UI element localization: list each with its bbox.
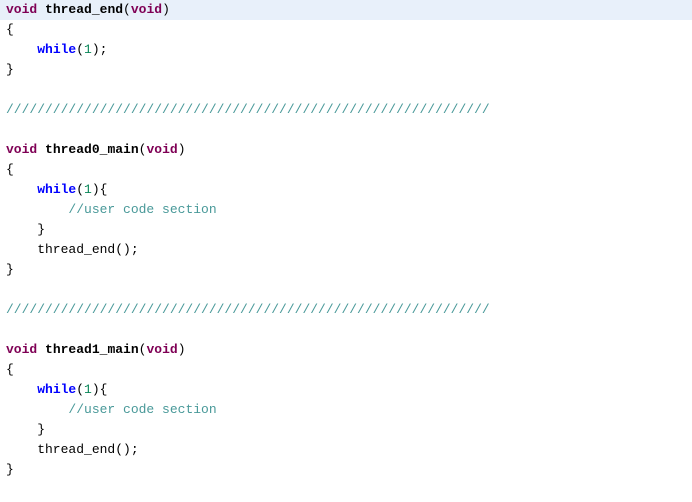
code-token <box>37 342 45 357</box>
code-token: while <box>37 382 76 397</box>
code-token: { <box>100 382 108 397</box>
code-token: void <box>146 142 177 157</box>
code-token: ( <box>123 2 131 17</box>
code-token: ////////////////////////////////////////… <box>6 302 490 317</box>
code-line: while(1){ <box>0 180 692 200</box>
code-line: } <box>0 220 692 240</box>
code-token: ////////////////////////////////////////… <box>6 102 490 117</box>
code-token: ) <box>92 382 100 397</box>
code-line: ////////////////////////////////////////… <box>0 300 692 320</box>
code-token: void <box>6 142 37 157</box>
code-line: { <box>0 160 692 180</box>
code-token <box>6 402 68 417</box>
code-line: ////////////////////////////////////////… <box>0 100 692 120</box>
code-token <box>6 322 14 337</box>
code-token: void <box>6 342 37 357</box>
code-line: thread_end(); <box>0 440 692 460</box>
code-line <box>0 320 692 340</box>
code-token: 1 <box>84 182 92 197</box>
code-line: while(1){ <box>0 380 692 400</box>
code-line: { <box>0 20 692 40</box>
code-token <box>6 382 37 397</box>
code-token: { <box>100 182 108 197</box>
code-line: //user code section <box>0 400 692 420</box>
code-token <box>6 42 37 57</box>
code-line: } <box>0 460 692 480</box>
code-token: } <box>6 462 14 477</box>
code-token: ( <box>76 382 84 397</box>
code-block: void thread_end(void){ while(1);} //////… <box>0 0 692 480</box>
code-token: while <box>37 182 76 197</box>
code-token: void <box>146 342 177 357</box>
code-line: void thread0_main(void) <box>0 140 692 160</box>
code-token <box>6 422 37 437</box>
code-line: } <box>0 420 692 440</box>
code-token: ( <box>76 42 84 57</box>
code-token <box>6 82 14 97</box>
code-line: while(1); <box>0 40 692 60</box>
code-token: } <box>6 262 14 277</box>
code-line: } <box>0 60 692 80</box>
code-token: { <box>6 22 14 37</box>
code-line: void thread1_main(void) <box>0 340 692 360</box>
code-token: ) <box>178 342 186 357</box>
code-token: void <box>6 2 37 17</box>
code-token: ) <box>178 142 186 157</box>
code-token: ) <box>92 182 100 197</box>
code-token <box>37 142 45 157</box>
code-token: ) <box>162 2 170 17</box>
code-line: void thread_end(void) <box>0 0 692 20</box>
code-token: 1 <box>84 382 92 397</box>
code-token: thread_end <box>45 2 123 17</box>
code-token: thread_end(); <box>6 242 139 257</box>
code-line <box>0 280 692 300</box>
code-line: thread_end(); <box>0 240 692 260</box>
code-token: void <box>131 2 162 17</box>
code-token: } <box>37 222 45 237</box>
code-token: while <box>37 42 76 57</box>
code-token <box>6 122 14 137</box>
code-token: //user code section <box>68 202 216 217</box>
code-token: { <box>6 362 14 377</box>
code-line <box>0 80 692 100</box>
code-token: { <box>6 162 14 177</box>
code-token: 1 <box>84 42 92 57</box>
code-token <box>6 202 68 217</box>
code-line: //user code section <box>0 200 692 220</box>
code-token: ; <box>100 42 108 57</box>
code-token: thread0_main <box>45 142 139 157</box>
code-line: } <box>0 260 692 280</box>
code-token: } <box>6 62 14 77</box>
code-token: ( <box>76 182 84 197</box>
code-token: } <box>37 422 45 437</box>
code-line <box>0 120 692 140</box>
code-token <box>6 282 14 297</box>
code-token <box>6 182 37 197</box>
code-token: //user code section <box>68 402 216 417</box>
code-token: thread_end(); <box>6 442 139 457</box>
code-token: thread1_main <box>45 342 139 357</box>
code-token <box>37 2 45 17</box>
code-token: ) <box>92 42 100 57</box>
code-line: { <box>0 360 692 380</box>
code-token <box>6 222 37 237</box>
